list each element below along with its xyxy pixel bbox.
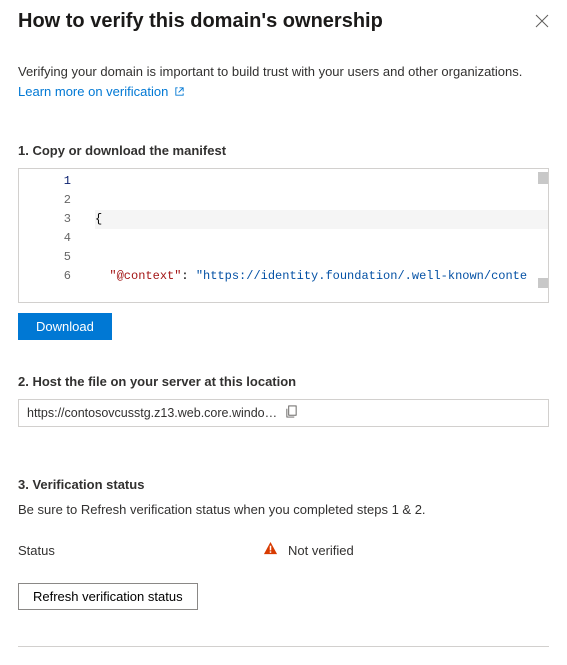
copy-button[interactable]	[281, 401, 543, 425]
learn-more-label: Learn more on verification	[18, 84, 168, 99]
host-url-text: https://contosovcusstg.z13.web.core.wind…	[27, 406, 281, 420]
step1-title: 1. Copy or download the manifest	[18, 143, 549, 158]
intro-text: Verifying your domain is important to bu…	[18, 64, 522, 79]
status-label: Status	[18, 543, 263, 558]
learn-more-link[interactable]: Learn more on verification	[18, 84, 185, 99]
step3-hint: Be sure to Refresh verification status w…	[18, 502, 549, 517]
copy-icon	[285, 405, 298, 418]
status-value: Not verified	[288, 543, 354, 558]
host-url-box: https://contosovcusstg.z13.web.core.wind…	[18, 399, 549, 427]
external-link-icon	[174, 86, 185, 97]
editor-code: { "@context": "https://identity.foundati…	[79, 169, 548, 302]
download-button[interactable]: Download	[18, 313, 112, 340]
warning-icon	[263, 541, 278, 559]
refresh-status-button[interactable]: Refresh verification status	[18, 583, 198, 610]
close-button[interactable]	[529, 8, 555, 34]
scrollbar-indicator	[538, 278, 548, 288]
editor-gutter: 123456	[19, 169, 79, 302]
close-icon	[535, 14, 549, 28]
divider	[18, 646, 549, 647]
step3-title: 3. Verification status	[18, 477, 549, 492]
step2-title: 2. Host the file on your server at this …	[18, 374, 549, 389]
scrollbar-indicator	[538, 172, 548, 184]
page-title: How to verify this domain's ownership	[18, 8, 383, 34]
manifest-editor[interactable]: 123456 { "@context": "https://identity.f…	[18, 168, 549, 303]
